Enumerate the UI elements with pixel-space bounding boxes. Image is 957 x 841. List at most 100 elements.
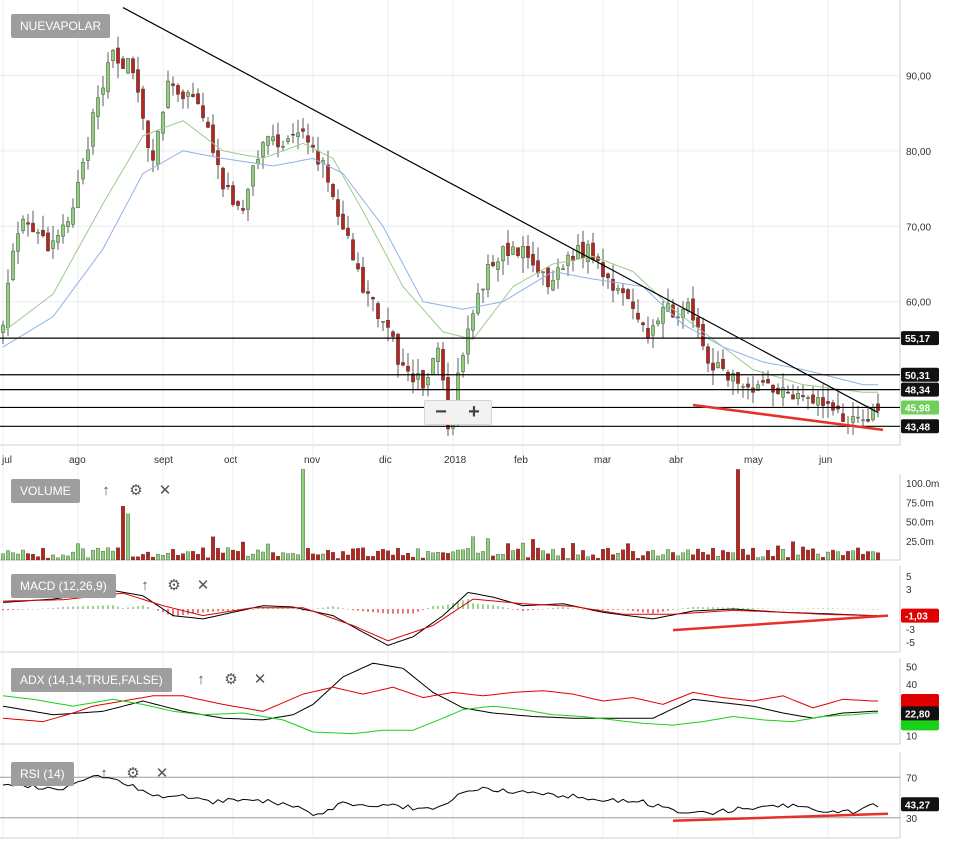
volume-bar [56, 557, 60, 561]
volume-bar [501, 554, 505, 561]
volume-bar [361, 547, 365, 561]
macd-histogram-bar [347, 609, 349, 610]
candle [521, 246, 525, 259]
volume-bar [581, 550, 585, 561]
volume-bar [436, 552, 440, 561]
volume-bar [291, 553, 295, 561]
move-up-icon[interactable]: ↑ [98, 483, 114, 499]
candle [386, 320, 390, 328]
macd-histogram-bar [407, 609, 409, 614]
candle [371, 297, 375, 300]
macd-histogram-bar [362, 609, 364, 612]
macd-histogram-bar [522, 609, 524, 611]
volume-bar [261, 551, 265, 561]
macd-histogram-bar [377, 609, 379, 613]
macd-histogram-bar [852, 608, 854, 610]
macd-histogram-bar [517, 609, 519, 611]
volume-bar [491, 555, 495, 561]
macd-histogram-bar [152, 608, 154, 610]
macd-panel-label: MACD (12,26,9) [11, 574, 116, 598]
close-icon[interactable]: ✕ [154, 766, 170, 782]
candle [71, 207, 75, 225]
volume-bar [746, 554, 750, 561]
macd-histogram-bar [637, 609, 639, 612]
macd-histogram-bar [157, 609, 159, 611]
candle [6, 282, 10, 329]
symbol-label: NUEVAPOLAR [11, 14, 111, 38]
candle [251, 165, 255, 187]
volume-bar [41, 548, 45, 561]
candle [246, 189, 250, 210]
candle [811, 394, 815, 404]
settings-gear-icon[interactable]: ⚙ [125, 766, 141, 782]
volume-bar [731, 552, 735, 561]
macd-histogram-bar [422, 609, 424, 610]
candle [421, 370, 425, 389]
volume-bar [141, 554, 145, 561]
macd-support-trendline [672, 614, 889, 632]
rsi-panel-label: RSI (14) [11, 762, 74, 786]
macd-histogram-bar [807, 608, 809, 610]
candle [336, 199, 340, 217]
settings-gear-icon[interactable]: ⚙ [128, 483, 144, 499]
volume-bar [356, 548, 360, 561]
candle [716, 362, 720, 368]
volume-bar [806, 549, 810, 561]
volume-bar [166, 553, 170, 561]
move-up-icon[interactable]: ↑ [96, 766, 112, 782]
month-label: 2018 [444, 455, 467, 466]
candle [801, 395, 805, 398]
settings-gear-icon[interactable]: ⚙ [166, 578, 182, 594]
close-icon[interactable]: ✕ [252, 672, 268, 688]
macd-tick-label: -3 [906, 625, 915, 636]
volume-bar [836, 551, 840, 561]
month-label: may [744, 455, 763, 466]
macd-histogram-bar [507, 608, 509, 609]
rsi-tick-label: 30 [906, 814, 918, 825]
volume-bar [331, 552, 335, 561]
move-up-icon[interactable]: ↑ [137, 578, 153, 594]
macd-histogram-bar [227, 609, 229, 611]
candle [261, 142, 265, 157]
candle [61, 224, 65, 237]
volume-bar [536, 547, 540, 561]
macd-histogram-bar [702, 607, 704, 609]
settings-gear-icon[interactable]: ⚙ [223, 672, 239, 688]
candle [91, 112, 95, 147]
macd-histogram-bar [357, 609, 359, 611]
macd-histogram-bar [647, 609, 649, 613]
macd-histogram-bar [482, 604, 484, 609]
volume-tick-label: 25.0m [906, 537, 934, 548]
candle [306, 135, 310, 143]
close-icon[interactable]: ✕ [195, 578, 211, 594]
macd-histogram-bar [472, 603, 474, 609]
volume-bar [396, 548, 400, 561]
candle [441, 349, 445, 381]
move-up-icon[interactable]: ↑ [193, 672, 209, 688]
close-icon[interactable]: ✕ [157, 483, 173, 499]
candle [706, 346, 710, 364]
macd-histogram-bar [682, 608, 684, 609]
descending-trendline [122, 7, 879, 414]
volume-bar [561, 548, 565, 561]
candle [791, 394, 795, 400]
macd-histogram-bar [2, 609, 4, 611]
candle [211, 124, 215, 153]
volume-bar [641, 555, 645, 561]
candle [511, 246, 515, 255]
candle [221, 167, 225, 190]
volume-bar [311, 553, 315, 561]
volume-bar [236, 551, 240, 561]
zoom-in-button[interactable]: + [458, 401, 490, 424]
volume-bar [636, 558, 640, 561]
macd-histogram-bar [182, 609, 184, 616]
candle [566, 254, 570, 266]
volume-bar [341, 551, 345, 561]
candle [106, 62, 110, 92]
zoom-out-button[interactable]: − [425, 401, 457, 424]
candle [606, 273, 610, 279]
macd-histogram-bar [342, 608, 344, 609]
macd-histogram-bar [557, 607, 559, 609]
macd-histogram-bar [392, 609, 394, 614]
macd-histogram-bar [197, 609, 199, 613]
